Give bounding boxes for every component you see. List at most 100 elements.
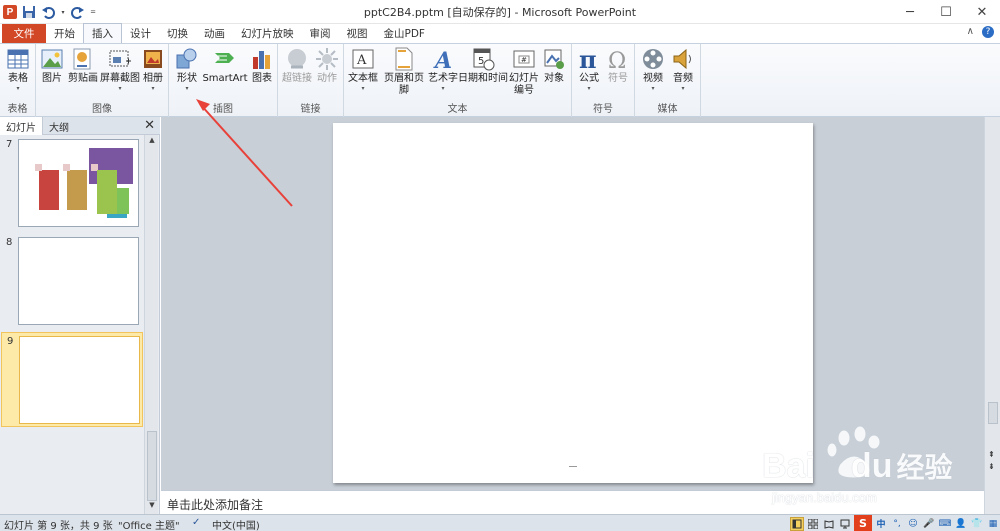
slide-thumbnail-8[interactable]: 8 <box>1 234 143 329</box>
tab-view[interactable]: 视图 <box>339 24 376 43</box>
dropdown-arrow-icon: ▾ <box>361 85 365 92</box>
scrollbar-thumb[interactable] <box>988 402 998 424</box>
scroll-down-icon[interactable]: ▼ <box>145 501 159 513</box>
omega-icon: Ω <box>608 49 626 71</box>
keyboard-icon[interactable]: ⌨ <box>938 517 952 531</box>
tab-outline[interactable]: 大纲 <box>43 117 75 135</box>
group-label: 插图 <box>213 104 233 115</box>
slide-number: 8 <box>6 237 13 248</box>
dropdown-arrow-icon: ▾ <box>118 85 122 92</box>
tab-animations[interactable]: 动画 <box>196 24 233 43</box>
editor-scrollbar[interactable]: ⇞ ⇟ <box>984 117 1000 514</box>
photo-album-icon <box>144 50 162 68</box>
header-footer-icon <box>395 47 413 71</box>
svg-text:Ω: Ω <box>608 49 626 71</box>
reading-view-icon[interactable] <box>822 517 836 531</box>
wordart-button[interactable]: A 艺术字 ▾ <box>428 47 458 93</box>
scroll-up-icon[interactable]: ▲ <box>145 136 159 148</box>
tab-slides[interactable]: 幻灯片 <box>0 117 43 135</box>
collapse-ribbon-icon[interactable]: ∧ <box>967 26 974 38</box>
chart-button[interactable]: 图表 <box>249 47 275 85</box>
slide-number: 9 <box>7 336 14 347</box>
status-right-icons: S 中 °, ☺ 🎤 ⌨ 👤 👕 ▦ <box>790 515 1000 531</box>
group-label: 文本 <box>447 104 468 115</box>
clipart-button[interactable]: 剪贴画 <box>66 47 100 85</box>
action-button[interactable]: 动作 <box>314 47 340 85</box>
dropdown-arrow-icon: ▾ <box>185 85 189 92</box>
slide-sorter-icon[interactable] <box>806 517 820 531</box>
punctuation-icon[interactable]: °, <box>890 517 904 531</box>
screenshot-button[interactable]: 屏幕截图 ▾ <box>100 47 140 93</box>
textbox-icon: A <box>352 49 374 69</box>
tab-review[interactable]: 审阅 <box>302 24 339 43</box>
tab-file[interactable]: 文件 <box>2 24 46 43</box>
minimize-button[interactable]: ─ <box>892 0 928 24</box>
notes-pane[interactable]: 单击此处添加备注 <box>161 490 984 514</box>
group-table: 表格 ▾ 表格 <box>0 44 36 117</box>
close-button[interactable]: ✕ <box>964 0 1000 24</box>
table-icon <box>7 49 29 69</box>
scrollbar-thumb[interactable] <box>147 431 157 501</box>
help-icon[interactable]: ? <box>982 26 994 38</box>
textbox-button[interactable]: A 文本框 ▾ <box>346 47 380 93</box>
toolbox-icon[interactable]: ▦ <box>986 517 1000 531</box>
previous-slide-icon[interactable]: ⇞ <box>988 450 995 459</box>
shapes-button[interactable]: 形状 ▾ <box>173 47 201 93</box>
sogou-ime-icon[interactable]: S <box>854 515 872 531</box>
user-icon[interactable]: 👤 <box>954 517 968 531</box>
skin-icon[interactable]: 👕 <box>970 517 984 531</box>
slide-number-icon: # <box>513 50 535 68</box>
ime-chinese-mode[interactable]: 中 <box>874 517 888 531</box>
slides-pane-scrollbar[interactable]: ▲ ▼ <box>144 135 158 514</box>
smartart-button[interactable]: SmartArt <box>202 47 248 85</box>
film-reel-icon <box>643 49 663 69</box>
dropdown-arrow-icon: ▾ <box>587 85 591 92</box>
group-label: 表格 <box>7 104 28 115</box>
audio-button[interactable]: 音频 ▾ <box>669 47 697 93</box>
smartart-icon <box>215 53 234 63</box>
equation-button[interactable]: π 公式 ▾ <box>575 47 603 93</box>
datetime-button[interactable]: 5 日期和时间 <box>458 47 508 85</box>
pane-tabs: 幻灯片 大纲 ✕ <box>0 117 160 135</box>
group-label: 符号 <box>593 104 613 115</box>
video-button[interactable]: 视频 ▾ <box>638 47 668 93</box>
slide-preview <box>19 336 140 424</box>
tab-kingsoft-pdf[interactable]: 金山PDF <box>376 24 433 43</box>
picture-button[interactable]: 图片 <box>39 47 65 85</box>
normal-view-icon[interactable] <box>790 516 804 531</box>
emoji-icon[interactable]: ☺ <box>906 517 920 531</box>
svg-text:A: A <box>356 53 367 68</box>
powerpoint-window: P ▾ = pptC2B4.pptm [自动保存的] - Microsoft P… <box>0 0 1000 531</box>
tab-home[interactable]: 开始 <box>46 24 83 43</box>
svg-text:π: π <box>579 47 597 71</box>
slideshow-icon[interactable] <box>838 517 852 531</box>
group-illustrations: 形状 ▾ SmartArt 图表 插图 <box>169 44 278 117</box>
spellcheck-icon[interactable]: ✓ <box>192 517 200 528</box>
group-label: 图像 <box>92 104 112 115</box>
next-slide-icon[interactable]: ⇟ <box>988 462 995 471</box>
maximize-button[interactable]: ☐ <box>928 0 964 24</box>
hyperlink-icon <box>288 49 306 69</box>
pi-icon: π <box>579 47 597 71</box>
header-footer-button[interactable]: 页眉和页脚 <box>380 47 428 97</box>
tab-design[interactable]: 设计 <box>122 24 159 43</box>
table-button[interactable]: 表格 ▾ <box>4 47 32 93</box>
photo-album-button[interactable]: 相册 ▾ <box>140 47 166 93</box>
object-button[interactable]: 对象 <box>540 47 568 85</box>
dropdown-arrow-icon: ▾ <box>16 85 20 92</box>
symbol-button[interactable]: Ω 符号 <box>604 47 632 85</box>
language-status[interactable]: 中文(中国) <box>212 517 260 531</box>
window-title: pptC2B4.pptm [自动保存的] - Microsoft PowerPo… <box>363 6 637 19</box>
notes-placeholder: 单击此处添加备注 <box>167 498 264 512</box>
slide-number-button[interactable]: # 幻灯片 编号 <box>508 47 540 97</box>
tab-slideshow[interactable]: 幻灯片放映 <box>233 24 302 43</box>
slide-thumbnail-7[interactable]: 7 <box>1 136 143 231</box>
slide-thumbnail-9[interactable]: 9 <box>1 332 143 427</box>
tab-transitions[interactable]: 切换 <box>159 24 196 43</box>
current-slide[interactable] <box>333 123 813 483</box>
hyperlink-button[interactable]: 超链接 <box>281 47 313 85</box>
tab-insert[interactable]: 插入 <box>83 23 122 43</box>
close-pane-icon[interactable]: ✕ <box>144 118 155 133</box>
dropdown-arrow-icon: ▾ <box>681 85 685 92</box>
microphone-icon[interactable]: 🎤 <box>922 517 936 531</box>
